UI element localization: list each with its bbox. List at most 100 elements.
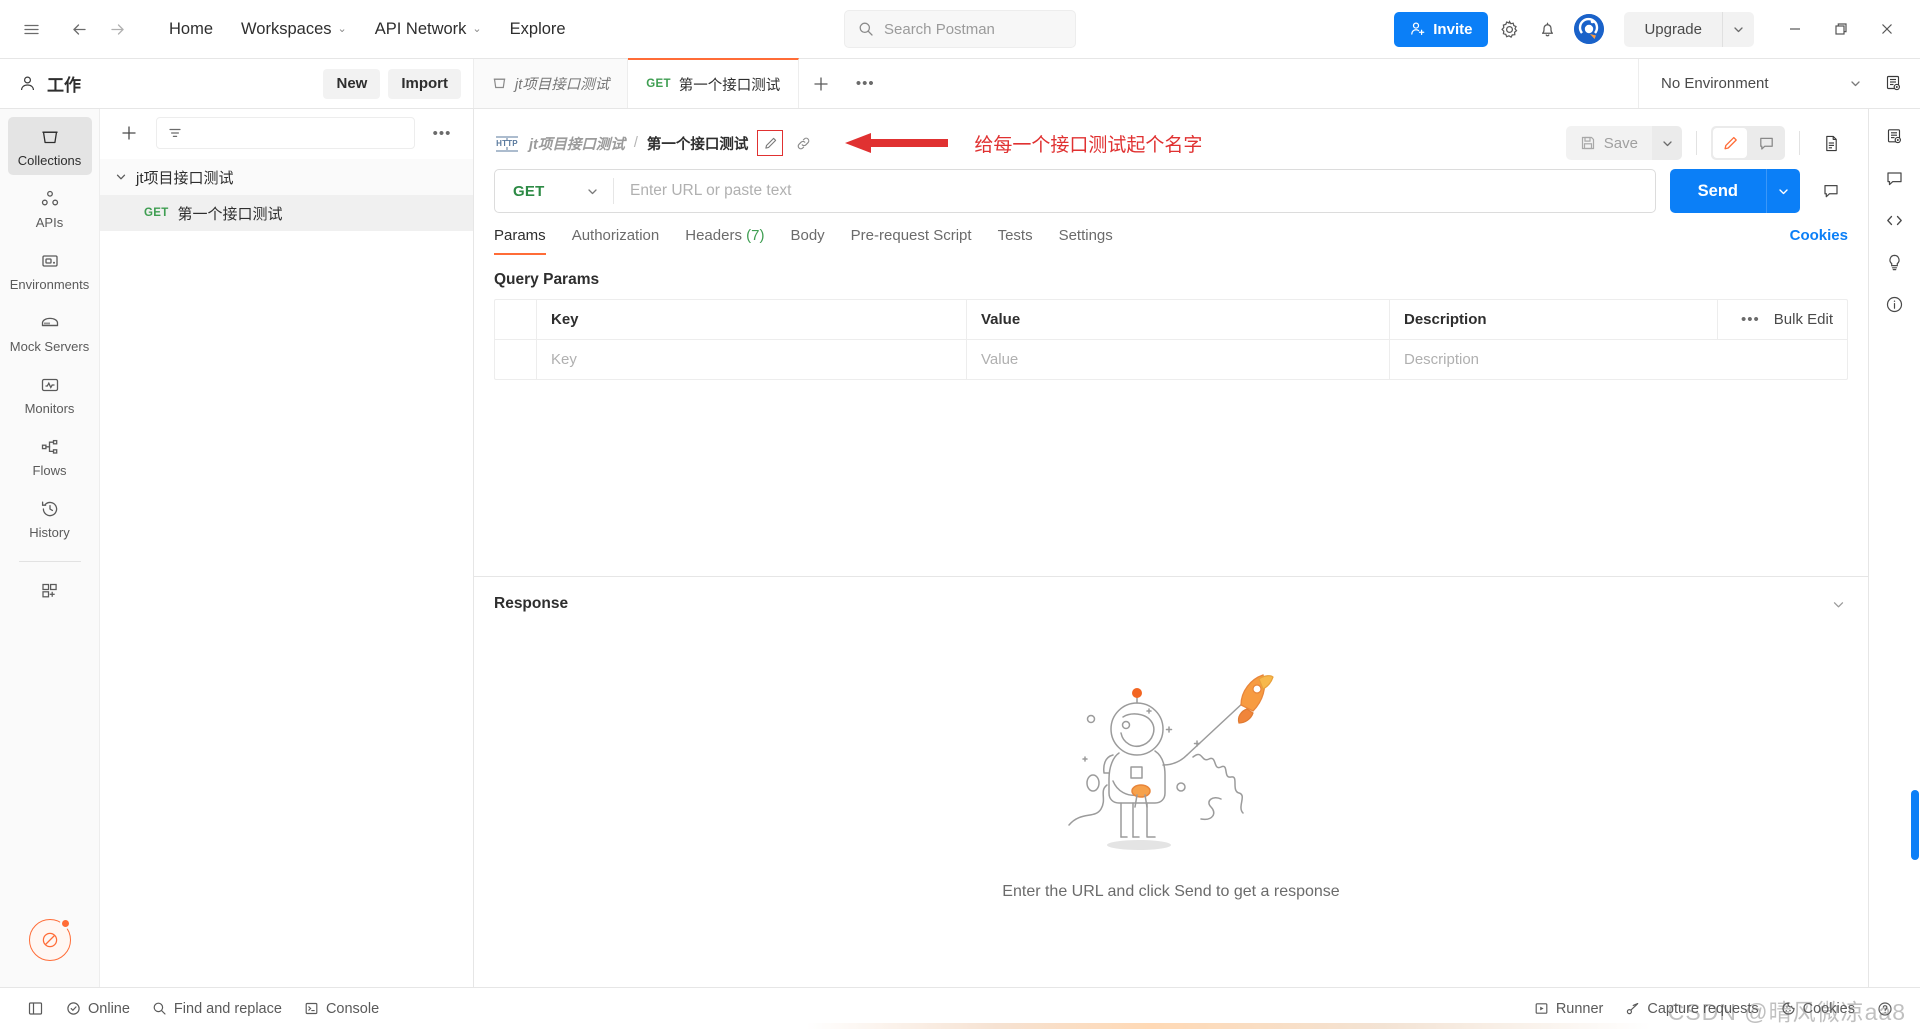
- tree-item-collection-label: jt项目接口测试: [136, 169, 234, 187]
- document-icon[interactable]: [1814, 126, 1848, 160]
- pencil-icon[interactable]: [757, 130, 784, 156]
- query-params-row-value-input[interactable]: Value: [967, 340, 1390, 379]
- sidebar-item-flows[interactable]: Flows: [8, 427, 92, 485]
- new-button[interactable]: New: [323, 68, 381, 99]
- maximize-icon[interactable]: [1818, 7, 1864, 51]
- lightbulb-icon[interactable]: [1876, 243, 1914, 281]
- request-tab-headers[interactable]: Headers (7): [672, 227, 777, 255]
- bell-icon[interactable]: [1530, 12, 1564, 46]
- code-snippet-icon[interactable]: [1876, 201, 1914, 239]
- runner-button[interactable]: Runner: [1523, 996, 1615, 1022]
- nav-link-workspaces[interactable]: Workspaces ⌄: [230, 13, 358, 46]
- sidebar-item-apis[interactable]: APIs: [8, 179, 92, 237]
- edit-mode-pencil-icon[interactable]: [1713, 128, 1747, 158]
- search-icon: [152, 1001, 167, 1016]
- tree-item-request-method: GET: [144, 207, 169, 219]
- url-input[interactable]: [614, 170, 1655, 212]
- tabs-more-horizontal-icon[interactable]: •••: [843, 59, 887, 108]
- minimize-icon[interactable]: [1772, 7, 1818, 51]
- arrow-left-icon[interactable]: [62, 12, 96, 46]
- query-params-header-value: Value: [967, 300, 1390, 339]
- environment-select[interactable]: No Environment: [1655, 67, 1868, 101]
- sidebar-item-environments[interactable]: Environments: [8, 241, 92, 299]
- query-params-header-key: Key: [537, 300, 967, 339]
- capture-requests-button[interactable]: Capture requests: [1614, 996, 1769, 1022]
- global-search-box[interactable]: [844, 10, 1076, 48]
- query-params-row-checkbox-cell[interactable]: [495, 340, 537, 379]
- tab-request-active[interactable]: GET 第一个接口测试: [628, 58, 800, 108]
- find-and-replace-button[interactable]: Find and replace: [141, 996, 293, 1022]
- cookies-link[interactable]: Cookies: [1790, 227, 1848, 255]
- tree-item-request[interactable]: GET 第一个接口测试: [100, 195, 473, 231]
- environment-selector-area: No Environment: [1638, 59, 1920, 108]
- collection-sidebar-more-horizontal-icon[interactable]: •••: [425, 116, 459, 150]
- tabstrip-empty-space: [887, 59, 1638, 108]
- upgrade-button[interactable]: Upgrade: [1624, 12, 1722, 47]
- cookies-button[interactable]: Cookies: [1770, 996, 1866, 1022]
- breadcrumb-parent[interactable]: jt项目接口测试: [529, 133, 625, 154]
- tab-collection-label: jt项目接口测试: [515, 77, 610, 93]
- request-tab-body[interactable]: Body: [777, 227, 837, 255]
- astronaut-rocket-kite-illustration: [1051, 669, 1291, 859]
- response-pane: Response Enter the URL and click Send to…: [474, 577, 1868, 987]
- link-icon[interactable]: [792, 132, 814, 154]
- save-chevron-down-icon[interactable]: [1652, 126, 1682, 160]
- http-method-select[interactable]: GET: [495, 170, 613, 212]
- sidebar-toggle-icon[interactable]: [16, 995, 55, 1022]
- save-button[interactable]: Save: [1565, 126, 1652, 160]
- sidebar-item-monitors[interactable]: Monitors: [8, 365, 92, 423]
- send-button[interactable]: Send: [1669, 169, 1766, 213]
- search-icon: [858, 21, 874, 37]
- request-tab-authorization[interactable]: Authorization: [559, 227, 673, 255]
- bulk-edit-button[interactable]: Bulk Edit: [1774, 311, 1833, 328]
- chevron-down-icon[interactable]: [114, 171, 128, 183]
- invite-button[interactable]: Invite: [1394, 11, 1489, 47]
- view-mode-toggle: [1711, 126, 1785, 160]
- request-tab-settings[interactable]: Settings: [1046, 227, 1126, 255]
- help-circle-icon[interactable]: [1866, 996, 1904, 1022]
- toolbar-divider-2: [1799, 131, 1800, 155]
- info-circle-icon[interactable]: [1876, 285, 1914, 323]
- query-params-row-description-input[interactable]: Description: [1390, 340, 1847, 379]
- tree-item-collection[interactable]: jt项目接口测试: [100, 159, 473, 195]
- gear-icon[interactable]: [1492, 12, 1526, 46]
- arrow-right-icon[interactable]: [100, 12, 134, 46]
- request-comment-icon[interactable]: [1814, 174, 1848, 208]
- add-panel-icon[interactable]: [24, 568, 76, 612]
- environment-quicklook-icon[interactable]: [1876, 67, 1910, 101]
- send-chevron-down-icon[interactable]: [1766, 169, 1800, 213]
- nav-link-home[interactable]: Home: [158, 13, 224, 46]
- response-collapse-chevron-down-icon[interactable]: [1831, 597, 1846, 612]
- mock-servers-icon: [39, 312, 61, 334]
- sidebar-item-mock-servers[interactable]: Mock Servers: [8, 303, 92, 361]
- tab-collection-overview[interactable]: jt项目接口测试: [474, 59, 629, 108]
- collection-filter-input[interactable]: [156, 117, 415, 149]
- status-online-label: Online: [88, 1000, 130, 1017]
- upgrade-button-label: Upgrade: [1644, 20, 1702, 38]
- nav-link-explore[interactable]: Explore: [499, 13, 577, 46]
- hamburger-icon[interactable]: [14, 12, 48, 46]
- new-collection-plus-icon[interactable]: [112, 116, 146, 150]
- request-tab-params[interactable]: Params: [494, 227, 559, 255]
- user-avatar[interactable]: [1574, 14, 1605, 44]
- upgrade-chevron-down-icon[interactable]: [1722, 11, 1754, 47]
- nav-link-api-network[interactable]: API Network ⌄: [364, 13, 493, 46]
- sidebar-item-history[interactable]: History: [8, 489, 92, 547]
- request-tab-pre-request-script[interactable]: Pre-request Script: [838, 227, 985, 255]
- query-params-row-key-input[interactable]: Key: [537, 340, 967, 379]
- request-tab-tests[interactable]: Tests: [985, 227, 1046, 255]
- import-button[interactable]: Import: [388, 68, 461, 99]
- new-tab-plus-icon[interactable]: [799, 59, 843, 108]
- close-icon[interactable]: [1864, 7, 1910, 51]
- sidebar-item-collections[interactable]: Collections: [7, 117, 92, 175]
- environment-panel-icon[interactable]: [1876, 117, 1914, 155]
- console-label: Console: [325, 1000, 380, 1017]
- search-input[interactable]: [884, 20, 1062, 38]
- query-params-more-horizontal-icon[interactable]: •••: [1741, 311, 1760, 328]
- status-online[interactable]: Online: [55, 996, 141, 1022]
- comments-panel-icon[interactable]: [1876, 159, 1914, 197]
- vertical-scrollbar-thumb[interactable]: [1911, 790, 1919, 860]
- console-button[interactable]: Console: [293, 996, 390, 1022]
- comment-mode-comment-icon[interactable]: [1749, 128, 1783, 158]
- trial-badge-icon[interactable]: [28, 918, 71, 961]
